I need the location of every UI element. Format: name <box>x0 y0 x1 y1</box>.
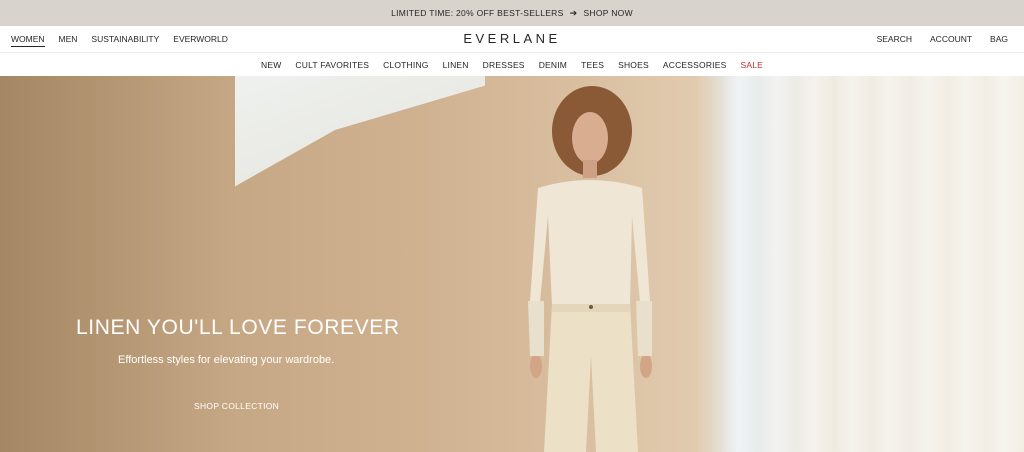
category-tees[interactable]: TEES <box>581 60 604 70</box>
promo-text: LIMITED TIME: 20% OFF BEST-SELLERS <box>391 8 564 18</box>
category-accessories[interactable]: ACCESSORIES <box>663 60 727 70</box>
bag-link[interactable]: BAG <box>990 34 1008 44</box>
hero-banner[interactable]: LINEN YOU'LL LOVE FOREVER Effortless sty… <box>0 76 1024 452</box>
hero-subtitle: Effortless styles for elevating your war… <box>118 354 335 366</box>
brand-logo[interactable]: EVERLANE <box>0 31 1024 46</box>
category-dresses[interactable]: DRESSES <box>483 60 525 70</box>
hero-text-block: LINEN YOU'LL LOVE FOREVER Effortless sty… <box>76 316 400 366</box>
category-linen[interactable]: LINEN <box>443 60 469 70</box>
account-link[interactable]: ACCOUNT <box>930 34 972 44</box>
promo-shop-now-link[interactable]: SHOP NOW <box>583 8 632 18</box>
category-denim[interactable]: DENIM <box>539 60 567 70</box>
hero-background-shadow <box>0 76 240 452</box>
site-header: WOMEN MEN SUSTAINABILITY EVERWORLD EVERL… <box>0 26 1024 53</box>
utility-nav: SEARCH ACCOUNT BAG <box>877 34 1008 44</box>
hero-background-window <box>235 76 485 187</box>
promo-banner[interactable]: LIMITED TIME: 20% OFF BEST-SELLERS ➔ SHO… <box>0 0 1024 26</box>
category-shoes[interactable]: SHOES <box>618 60 649 70</box>
category-cult-favorites[interactable]: CULT FAVORITES <box>295 60 369 70</box>
category-sale[interactable]: SALE <box>740 60 763 70</box>
hero-title: LINEN YOU'LL LOVE FOREVER <box>76 316 400 339</box>
hero-model-image <box>528 86 652 452</box>
category-clothing[interactable]: CLOTHING <box>383 60 429 70</box>
shop-collection-button[interactable]: SHOP COLLECTION <box>194 401 279 411</box>
search-link[interactable]: SEARCH <box>877 34 912 44</box>
arrow-right-icon: ➔ <box>569 7 578 18</box>
hero-background-curtain <box>720 76 1024 452</box>
category-new[interactable]: NEW <box>261 60 281 70</box>
category-nav: NEW CULT FAVORITES CLOTHING LINEN DRESSE… <box>0 53 1024 76</box>
